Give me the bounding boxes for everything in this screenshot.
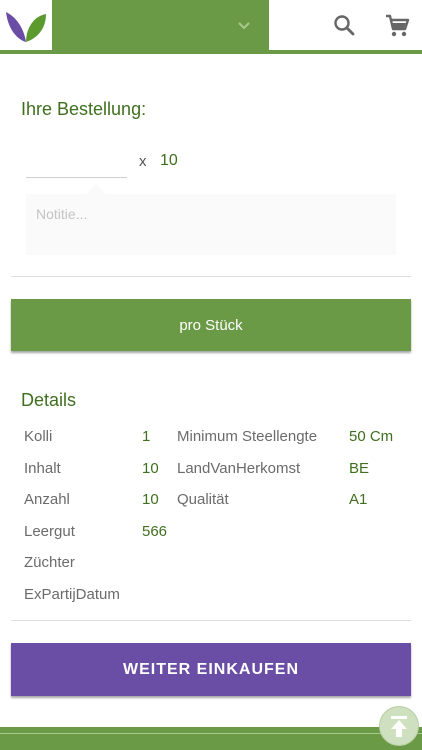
detail-value-minimum-steellengte: 50 Cm xyxy=(349,428,394,445)
detail-label-zuechter: Züchter xyxy=(24,554,75,571)
detail-label-anzahl: Anzahl xyxy=(24,491,70,508)
pack-size-value: 10 xyxy=(160,152,178,169)
arrow-up-icon xyxy=(391,716,407,737)
leaf-logo-icon[interactable] xyxy=(4,8,48,44)
detail-label-leergut: Leergut xyxy=(24,523,75,540)
cart-icon[interactable] xyxy=(384,13,410,39)
note-pointer xyxy=(86,185,106,194)
detail-label-qualitaet: Qualität xyxy=(177,491,229,508)
search-icon[interactable] xyxy=(333,14,355,36)
scroll-to-top-button[interactable] xyxy=(379,706,419,746)
detail-label-kolli: Kolli xyxy=(24,428,53,445)
detail-label-inhalt: Inhalt xyxy=(24,460,61,477)
detail-value-qualitaet: A1 xyxy=(349,491,368,508)
multiplier-sign: x xyxy=(139,153,147,170)
divider xyxy=(11,620,411,621)
continue-shopping-button[interactable]: WEITER EINKAUFEN xyxy=(11,643,411,696)
note-field[interactable] xyxy=(26,194,396,255)
divider xyxy=(11,276,411,277)
detail-value-anzahl: 10 xyxy=(142,491,159,508)
quantity-input[interactable] xyxy=(26,142,127,178)
category-dropdown[interactable] xyxy=(52,0,269,50)
order-title: Ihre Bestellung: xyxy=(21,99,147,119)
detail-value-leergut: 566 xyxy=(142,523,168,540)
header-divider xyxy=(0,50,422,54)
detail-label-landvanherkomst: LandVanHerkomst xyxy=(177,460,301,477)
detail-value-kolli: 1 xyxy=(142,428,151,445)
detail-value-landvanherkomst: BE xyxy=(349,460,370,477)
detail-value-inhalt: 10 xyxy=(142,460,159,477)
note-field-wrapper xyxy=(26,185,396,255)
detail-label-minimum-steellengte: Minimum Steellengte xyxy=(177,428,318,445)
chevron-down-icon xyxy=(237,18,251,30)
detail-label-expartijdatum: ExPartijDatum xyxy=(24,586,120,603)
details-title: Details xyxy=(21,390,77,410)
footer-band xyxy=(0,727,422,750)
price-per-piece-button[interactable]: pro Stück xyxy=(11,299,411,351)
footer-line xyxy=(0,733,422,734)
app-header xyxy=(0,0,422,54)
